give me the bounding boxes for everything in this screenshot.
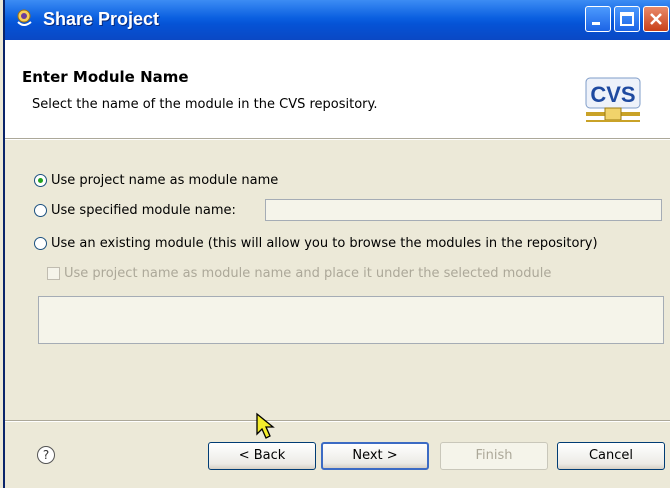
mouse-cursor-icon xyxy=(256,412,275,439)
wizard-header: Enter Module Name Select the name of the… xyxy=(5,40,670,139)
module-list[interactable] xyxy=(38,296,664,344)
eclipse-app-icon xyxy=(17,9,32,26)
maximize-icon xyxy=(620,12,634,26)
share-project-dialog: Share Project Enter Module Name Select t… xyxy=(3,0,670,488)
footer-divider xyxy=(5,420,670,422)
module-name-field[interactable] xyxy=(265,199,662,221)
header-divider xyxy=(5,138,670,140)
option-use-existing[interactable]: Use an existing module (this will allow … xyxy=(34,233,598,253)
minimize-icon xyxy=(592,22,600,25)
help-button[interactable]: ? xyxy=(37,446,55,464)
cancel-button[interactable]: Cancel xyxy=(557,442,665,470)
label-place-under: Use project name as module name and plac… xyxy=(64,265,552,281)
window-title: Share Project xyxy=(43,9,160,29)
maximize-button[interactable] xyxy=(614,6,640,32)
option-place-under[interactable]: Use project name as module name and plac… xyxy=(47,263,551,283)
close-icon xyxy=(650,13,662,25)
cvs-logo-icon: CVS xyxy=(585,77,641,122)
page-description: Select the name of the module in the CVS… xyxy=(32,97,378,112)
finish-button: Finish xyxy=(440,442,548,470)
cvs-logo-text: CVS xyxy=(590,82,635,107)
minimize-button[interactable] xyxy=(585,6,611,32)
label-use-specified: Use specified module name: xyxy=(51,202,236,218)
label-use-project-name: Use project name as module name xyxy=(51,172,279,188)
page-title: Enter Module Name xyxy=(22,68,189,86)
next-button[interactable]: Next > xyxy=(321,442,429,470)
radio-use-project-name[interactable] xyxy=(34,173,47,187)
title-bar[interactable]: Share Project xyxy=(5,0,670,40)
option-use-project-name[interactable]: Use project name as module name xyxy=(34,170,278,190)
checkbox-place-under[interactable] xyxy=(47,266,60,280)
back-button[interactable]: < Back xyxy=(208,442,316,470)
radio-use-existing[interactable] xyxy=(34,236,47,250)
close-button[interactable] xyxy=(643,6,669,32)
option-use-specified[interactable]: Use specified module name: xyxy=(34,200,236,220)
label-use-existing: Use an existing module (this will allow … xyxy=(51,235,598,251)
radio-use-specified[interactable] xyxy=(34,203,47,217)
